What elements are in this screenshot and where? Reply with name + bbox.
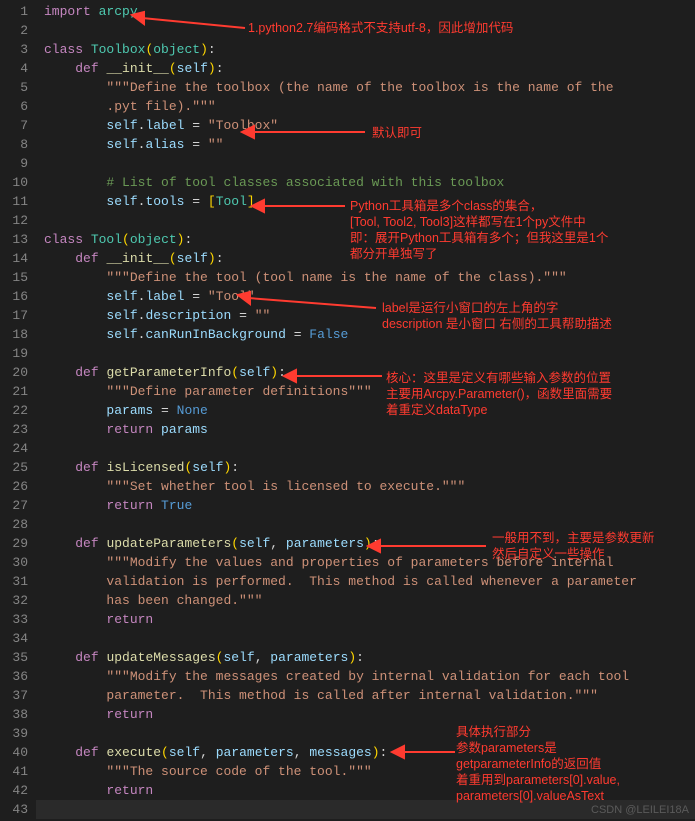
line-number: 4 — [4, 59, 28, 78]
line-number: 8 — [4, 135, 28, 154]
line-number: 16 — [4, 287, 28, 306]
line-number: 11 — [4, 192, 28, 211]
code-line[interactable] — [36, 21, 695, 40]
code-line[interactable]: """Define the tool (tool name is the nam… — [36, 268, 695, 287]
line-number: 29 — [4, 534, 28, 553]
line-number: 35 — [4, 648, 28, 667]
code-line[interactable]: def getParameterInfo(self): — [36, 363, 695, 382]
code-line[interactable]: .pyt file).""" — [36, 97, 695, 116]
line-number: 39 — [4, 724, 28, 743]
line-number: 41 — [4, 762, 28, 781]
line-number: 25 — [4, 458, 28, 477]
code-line[interactable]: validation is performed. This method is … — [36, 572, 695, 591]
code-line[interactable]: """Set whether tool is licensed to execu… — [36, 477, 695, 496]
code-line[interactable]: return params — [36, 420, 695, 439]
line-number: 20 — [4, 363, 28, 382]
code-line[interactable]: self.canRunInBackground = False — [36, 325, 695, 344]
line-number: 13 — [4, 230, 28, 249]
line-number: 34 — [4, 629, 28, 648]
line-number: 14 — [4, 249, 28, 268]
line-number: 24 — [4, 439, 28, 458]
code-line[interactable] — [36, 629, 695, 648]
line-number: 5 — [4, 78, 28, 97]
line-number: 17 — [4, 306, 28, 325]
code-line[interactable]: params = None — [36, 401, 695, 420]
code-line[interactable]: self.alias = "" — [36, 135, 695, 154]
line-number: 36 — [4, 667, 28, 686]
line-number: 43 — [4, 800, 28, 819]
line-number: 2 — [4, 21, 28, 40]
code-line[interactable]: def __init__(self): — [36, 59, 695, 78]
code-line[interactable]: def execute(self, parameters, messages): — [36, 743, 695, 762]
code-line[interactable]: return — [36, 705, 695, 724]
code-line[interactable]: """Modify the values and properties of p… — [36, 553, 695, 572]
code-line[interactable] — [36, 724, 695, 743]
code-line[interactable]: def __init__(self): — [36, 249, 695, 268]
code-line[interactable]: return True — [36, 496, 695, 515]
code-area[interactable]: import arcpy class Toolbox(object): def _… — [36, 0, 695, 821]
code-line[interactable] — [36, 344, 695, 363]
code-line[interactable]: def isLicensed(self): — [36, 458, 695, 477]
code-line[interactable]: def updateMessages(self, parameters): — [36, 648, 695, 667]
line-number: 22 — [4, 401, 28, 420]
code-line[interactable]: """The source code of the tool.""" — [36, 762, 695, 781]
code-line[interactable]: parameter. This method is called after i… — [36, 686, 695, 705]
line-number: 37 — [4, 686, 28, 705]
line-number: 18 — [4, 325, 28, 344]
code-line[interactable] — [36, 515, 695, 534]
line-number: 26 — [4, 477, 28, 496]
line-number: 40 — [4, 743, 28, 762]
code-line[interactable] — [36, 154, 695, 173]
code-line[interactable]: """Define the toolbox (the name of the t… — [36, 78, 695, 97]
line-number: 38 — [4, 705, 28, 724]
line-number: 6 — [4, 97, 28, 116]
line-number: 42 — [4, 781, 28, 800]
line-number: 15 — [4, 268, 28, 287]
code-line[interactable]: import arcpy — [36, 2, 695, 21]
code-line[interactable]: return — [36, 610, 695, 629]
code-line[interactable]: self.description = "" — [36, 306, 695, 325]
code-line[interactable]: def updateParameters(self, parameters): — [36, 534, 695, 553]
code-line[interactable]: class Tool(object): — [36, 230, 695, 249]
code-line[interactable]: self.label = "Tool" — [36, 287, 695, 306]
line-number: 32 — [4, 591, 28, 610]
line-number: 12 — [4, 211, 28, 230]
code-line[interactable]: class Toolbox(object): — [36, 40, 695, 59]
code-line[interactable]: self.label = "Toolbox" — [36, 116, 695, 135]
code-line[interactable]: self.tools = [Tool] — [36, 192, 695, 211]
code-line[interactable]: """Modify the messages created by intern… — [36, 667, 695, 686]
line-number: 31 — [4, 572, 28, 591]
code-editor[interactable]: 1234567891011121314151617181920212223242… — [0, 0, 695, 821]
line-number: 1 — [4, 2, 28, 21]
code-line[interactable] — [36, 439, 695, 458]
line-number: 30 — [4, 553, 28, 572]
line-number-gutter: 1234567891011121314151617181920212223242… — [0, 0, 36, 821]
line-number: 21 — [4, 382, 28, 401]
line-number: 7 — [4, 116, 28, 135]
code-line[interactable] — [36, 211, 695, 230]
line-number: 10 — [4, 173, 28, 192]
line-number: 3 — [4, 40, 28, 59]
line-number: 28 — [4, 515, 28, 534]
line-number: 33 — [4, 610, 28, 629]
line-number: 9 — [4, 154, 28, 173]
code-line[interactable]: # List of tool classes associated with t… — [36, 173, 695, 192]
line-number: 19 — [4, 344, 28, 363]
code-line[interactable]: """Define parameter definitions""" — [36, 382, 695, 401]
watermark: CSDN @LEILEI18A — [591, 804, 689, 816]
code-line[interactable]: return — [36, 781, 695, 800]
line-number: 27 — [4, 496, 28, 515]
line-number: 23 — [4, 420, 28, 439]
code-line[interactable]: has been changed.""" — [36, 591, 695, 610]
